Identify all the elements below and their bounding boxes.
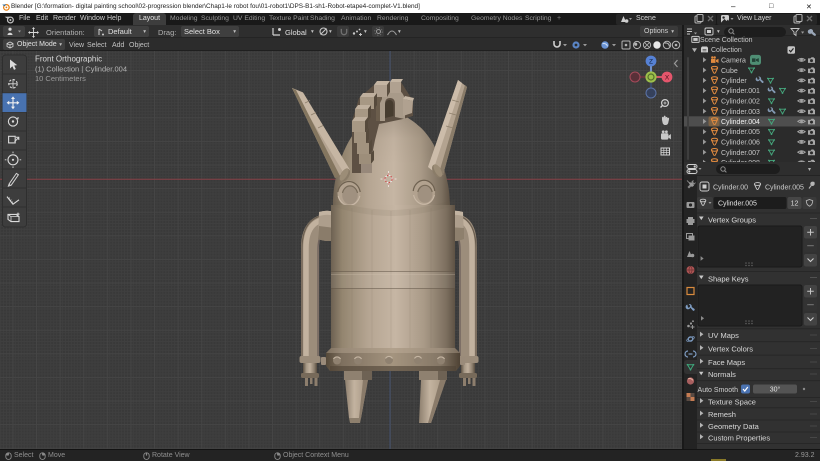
svg-text:Cylinder.002: Cylinder.002: [721, 99, 760, 106]
svg-text:Cylinder.005: Cylinder.005: [721, 129, 760, 136]
svg-text:Auto Smooth: Auto Smooth: [698, 387, 739, 394]
svg-text:X: X: [665, 75, 670, 82]
svg-text:10 Centimeters: 10 Centimeters: [35, 74, 86, 83]
svg-text:Remesh: Remesh: [708, 410, 736, 419]
svg-text:Cylinder.001: Cylinder.001: [721, 88, 760, 95]
svg-text:Vertex Groups: Vertex Groups: [708, 216, 756, 225]
svg-text:Geometry Data: Geometry Data: [708, 422, 760, 431]
svg-text:30°: 30°: [770, 385, 781, 393]
svg-text:Shape Keys: Shape Keys: [708, 275, 749, 284]
svg-text:Cylinder.006: Cylinder.006: [721, 140, 760, 147]
svg-text:Cylinder.004: Cylinder.004: [721, 119, 760, 126]
svg-text:Front Orthographic: Front Orthographic: [35, 55, 102, 64]
svg-text:Vertex Colors: Vertex Colors: [708, 344, 753, 353]
svg-text:Scene Collection: Scene Collection: [700, 37, 753, 44]
svg-text:Z: Z: [649, 58, 653, 65]
svg-text:Texture Space: Texture Space: [708, 397, 756, 406]
svg-text:Face Maps: Face Maps: [708, 358, 745, 367]
svg-text:12: 12: [791, 201, 799, 208]
svg-text:Custom Properties: Custom Properties: [708, 433, 770, 442]
svg-text:Cylinder.007: Cylinder.007: [721, 150, 760, 157]
svg-text:Collection: Collection: [711, 47, 742, 54]
svg-text:Normals: Normals: [708, 370, 736, 379]
svg-text:Cylinder.005: Cylinder.005: [765, 185, 804, 192]
svg-text:Camera: Camera: [721, 58, 746, 65]
svg-text:Cylinder.003: Cylinder.003: [721, 109, 760, 116]
svg-text:(1) Collection | Cylinder.004: (1) Collection | Cylinder.004: [35, 65, 127, 74]
svg-text:Cube: Cube: [721, 68, 738, 75]
svg-text:Cylinder.005: Cylinder.005: [718, 201, 757, 208]
svg-text:UV Maps: UV Maps: [708, 331, 739, 340]
svg-text:Cylinder.00: Cylinder.00: [713, 185, 748, 192]
svg-text:Cylinder: Cylinder: [721, 78, 747, 85]
